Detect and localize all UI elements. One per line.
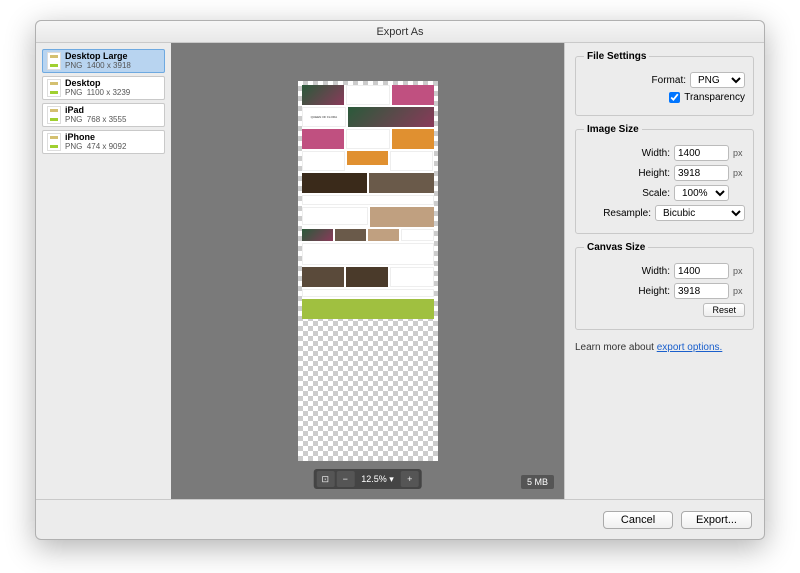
canvas-size-legend: Canvas Size: [584, 242, 648, 253]
artboard-thumb: [47, 52, 61, 70]
width-label: Width:: [642, 148, 670, 159]
px-unit: px: [733, 148, 745, 158]
resample-select[interactable]: Bicubic: [655, 205, 745, 221]
export-dialog: Export As Desktop Large PNG 1400 x 3918 …: [35, 20, 765, 540]
artboard-item-desktop-large[interactable]: Desktop Large PNG 1400 x 3918: [42, 49, 165, 73]
zoom-out-button[interactable]: −: [336, 471, 354, 487]
filesize-badge: 5 MB: [521, 475, 554, 489]
canvas-size-group: Canvas Size Width: px Height: px Reset: [575, 242, 754, 330]
image-width-input[interactable]: [674, 145, 729, 161]
artboard-thumb: [47, 79, 61, 97]
artboard-meta: PNG 1100 x 3239: [65, 89, 130, 98]
file-settings-group: File Settings Format: PNG Transparency: [575, 51, 754, 116]
zoom-fit-button[interactable]: ⊡: [316, 471, 334, 487]
canvas-width-input[interactable]: [674, 263, 729, 279]
height-label: Height:: [638, 168, 670, 179]
dialog-body: Desktop Large PNG 1400 x 3918 Desktop PN…: [36, 43, 764, 499]
zoom-in-button[interactable]: +: [401, 471, 419, 487]
artboard-meta: PNG 474 x 9092: [65, 143, 126, 152]
image-height-input[interactable]: [674, 165, 729, 181]
file-settings-legend: File Settings: [584, 51, 649, 62]
zoom-value[interactable]: 12.5% ▾: [355, 474, 400, 485]
export-options-link[interactable]: export options.: [657, 342, 723, 353]
image-size-group: Image Size Width: px Height: px Scale: 1…: [575, 124, 754, 234]
learn-more-text: Learn more about export options.: [575, 342, 754, 353]
px-unit: px: [733, 266, 745, 276]
preview-pane: QUEEN OF FLORA 5 MB ⊡ − 12.5% ▾: [171, 43, 564, 499]
artboard-item-desktop[interactable]: Desktop PNG 1100 x 3239: [42, 76, 165, 100]
artboard-item-ipad[interactable]: iPad PNG 768 x 3555: [42, 103, 165, 127]
artboard-item-iphone[interactable]: iPhone PNG 474 x 9092: [42, 130, 165, 154]
cancel-button[interactable]: Cancel: [603, 511, 673, 529]
px-unit: px: [733, 286, 745, 296]
resample-label: Resample:: [603, 208, 651, 219]
artboard-meta: PNG 768 x 3555: [65, 116, 126, 125]
zoom-toolbar: ⊡ − 12.5% ▾ +: [313, 469, 422, 489]
format-select[interactable]: PNG: [690, 72, 745, 88]
canvas-width-label: Width:: [642, 266, 670, 277]
window-title: Export As: [36, 21, 764, 43]
transparency-label: Transparency: [684, 92, 745, 103]
artboard-meta: PNG 1400 x 3918: [65, 62, 131, 71]
preview-canvas: QUEEN OF FLORA: [298, 81, 438, 461]
artboard-thumb: [47, 106, 61, 124]
artboard-thumb: [47, 133, 61, 151]
format-label: Format:: [652, 75, 686, 86]
artboard-list: Desktop Large PNG 1400 x 3918 Desktop PN…: [36, 43, 171, 499]
dialog-footer: Cancel Export...: [36, 499, 764, 539]
canvas-height-label: Height:: [638, 286, 670, 297]
preview-mockup: QUEEN OF FLORA: [302, 85, 434, 319]
canvas-height-input[interactable]: [674, 283, 729, 299]
scale-select[interactable]: 100%: [674, 185, 729, 201]
image-size-legend: Image Size: [584, 124, 642, 135]
export-button[interactable]: Export...: [681, 511, 752, 529]
px-unit: px: [733, 168, 745, 178]
reset-button[interactable]: Reset: [703, 303, 745, 317]
settings-panel: File Settings Format: PNG Transparency I…: [564, 43, 764, 499]
scale-label: Scale:: [642, 188, 670, 199]
transparency-checkbox[interactable]: [669, 92, 680, 103]
